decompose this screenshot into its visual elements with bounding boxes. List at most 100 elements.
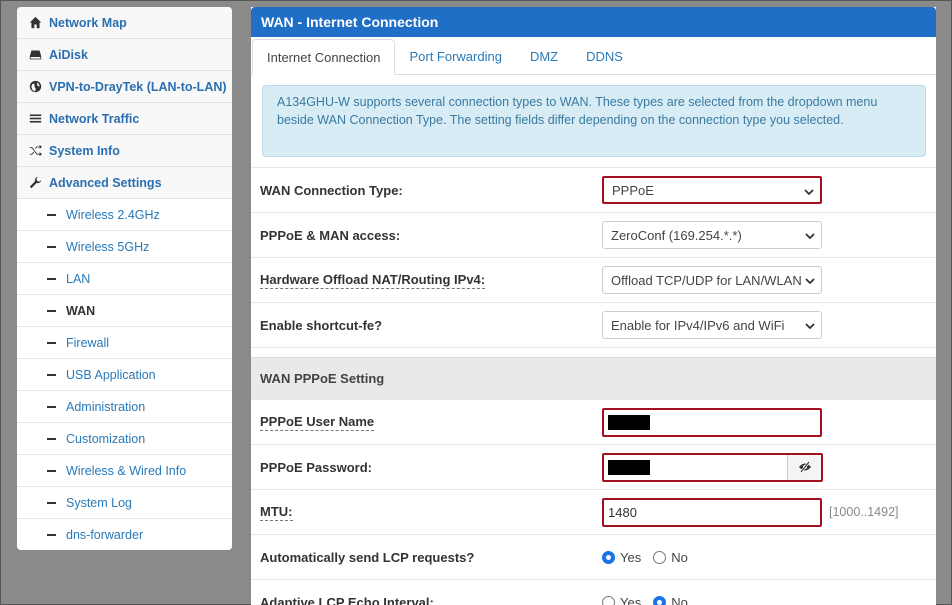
shortcut-value: Enable for IPv4/IPv6 and WiFi <box>611 317 785 333</box>
redacted-value <box>608 414 650 430</box>
shortcut-select[interactable]: Enable for IPv4/IPv6 and WiFi <box>602 311 822 339</box>
tab-bar: Internet Connection Port Forwarding DMZ … <box>251 37 936 75</box>
sidebar-subitem-administration[interactable]: Administration <box>17 391 232 423</box>
sidebar-subitem-wan[interactable]: WAN <box>17 295 232 327</box>
sidebar-subitem-customization[interactable]: Customization <box>17 423 232 455</box>
username-label: PPPoE User Name <box>260 413 375 431</box>
lcp-yes-label: Yes <box>620 549 642 565</box>
row-shortcut-fe: Enable shortcut-fe? Enable for IPv4/IPv6… <box>251 302 936 347</box>
sidebar-item-label: System Info <box>49 143 120 158</box>
lcp-yes-option[interactable]: Yes <box>602 550 641 565</box>
shortcut-label: Enable shortcut-fe? <box>260 317 383 333</box>
lcp-label: Automatically send LCP requests? <box>260 549 475 565</box>
man-access-value: ZeroConf (169.254.*.*) <box>611 227 742 243</box>
radio-checked-icon[interactable] <box>602 550 615 564</box>
sidebar-item-advanced-settings[interactable]: Advanced Settings <box>17 167 232 199</box>
hw-offload-value: Offload TCP/UDP for LAN/WLAN <box>611 272 802 288</box>
chevron-down-icon <box>805 229 815 240</box>
password-field[interactable] <box>604 455 787 480</box>
row-pppoe-username: PPPoE User Name <box>251 399 936 444</box>
lcp-no-label: No <box>671 549 688 565</box>
chevron-down-icon <box>805 319 815 330</box>
tab-internet-connection[interactable]: Internet Connection <box>252 39 396 75</box>
sidebar-subitem-wireless-24[interactable]: Wireless 2.4GHz <box>17 199 232 231</box>
sidebar-item-network-map[interactable]: Network Map <box>17 7 232 39</box>
list-icon <box>27 111 43 127</box>
sidebar-item-label: Network Traffic <box>49 111 140 126</box>
spacer <box>251 347 936 357</box>
dash-icon <box>47 373 56 376</box>
dash-icon <box>47 245 56 248</box>
sidebar-subitem-dns-forwarder[interactable]: dns-forwarder <box>17 519 232 550</box>
password-input[interactable] <box>602 452 823 482</box>
sidebar-subitem-system-log[interactable]: System Log <box>17 487 232 519</box>
echo-label: Adaptive LCP Echo Interval: <box>260 594 434 605</box>
radio-unchecked-icon[interactable] <box>653 550 667 564</box>
man-access-label: PPPoE & MAN access: <box>260 227 401 243</box>
wan-type-select[interactable]: PPPoE <box>602 176 822 204</box>
sidebar-item-label: Network Map <box>49 15 127 30</box>
sidebar-item-label: VPN-to-DrayTek (LAN-to-LAN) <box>49 79 227 94</box>
tab-port-forwarding[interactable]: Port Forwarding <box>395 38 515 74</box>
sidebar-item-vpn[interactable]: VPN-to-DrayTek (LAN-to-LAN) <box>17 71 232 103</box>
sidebar-item-system-info[interactable]: System Info <box>17 135 232 167</box>
hw-offload-label: Hardware Offload NAT/Routing IPv4: <box>260 271 486 289</box>
row-mtu: MTU: 1480 [1000..1492] <box>251 489 936 534</box>
sidebar-subitem-usb[interactable]: USB Application <box>17 359 232 391</box>
radio-checked-icon[interactable] <box>653 595 667 605</box>
lcp-radio-group: Yes No <box>602 550 700 565</box>
echo-yes-label: Yes <box>620 594 642 605</box>
sidebar-subitem-wireless-5[interactable]: Wireless 5GHz <box>17 231 232 263</box>
row-man-access: PPPoE & MAN access: ZeroConf (169.254.*.… <box>251 212 936 257</box>
echo-no-option[interactable]: No <box>653 595 688 605</box>
sidebar-subitem-label: Wireless 2.4GHz <box>66 207 160 222</box>
row-lcp-requests: Automatically send LCP requests? Yes No <box>251 534 936 579</box>
wan-type-label: WAN Connection Type: <box>260 182 403 198</box>
dash-icon <box>47 501 56 504</box>
sidebar-subitem-label: Customization <box>66 431 146 446</box>
mtu-value: 1480 <box>608 504 637 520</box>
echo-yes-option[interactable]: Yes <box>602 595 641 605</box>
row-lcp-echo: Adaptive LCP Echo Interval: Yes No <box>251 579 936 605</box>
sidebar-subitem-lan[interactable]: LAN <box>17 263 232 295</box>
sidebar-item-network-traffic[interactable]: Network Traffic <box>17 103 232 135</box>
mtu-label: MTU: <box>260 503 293 521</box>
sidebar: Network Map AiDisk VPN-to-DrayTek (LAN-t… <box>17 7 232 550</box>
hw-offload-select[interactable]: Offload TCP/UDP for LAN/WLAN <box>602 266 822 294</box>
sidebar-item-label: AiDisk <box>49 47 88 62</box>
man-access-select[interactable]: ZeroConf (169.254.*.*) <box>602 221 822 249</box>
dash-icon <box>47 341 56 344</box>
dash-icon <box>47 277 56 280</box>
tab-ddns[interactable]: DDNS <box>572 38 637 74</box>
page-title: WAN - Internet Connection <box>251 7 936 37</box>
dash-icon <box>47 437 56 440</box>
dash-icon <box>47 405 56 408</box>
dash-icon <box>47 534 56 536</box>
sidebar-subitem-label: Administration <box>66 399 146 414</box>
sidebar-subitem-label: LAN <box>66 271 91 286</box>
dash-icon <box>47 309 56 312</box>
sidebar-subitem-wireless-wired-info[interactable]: Wireless & Wired Info <box>17 455 232 487</box>
radio-unchecked-icon[interactable] <box>602 595 615 605</box>
echo-no-label: No <box>671 594 688 605</box>
shuffle-icon <box>27 143 43 159</box>
chevron-down-icon <box>804 185 814 196</box>
globe-icon <box>27 79 43 95</box>
sidebar-subitem-firewall[interactable]: Firewall <box>17 327 232 359</box>
drive-icon <box>27 47 43 63</box>
lcp-no-option[interactable]: No <box>653 550 688 565</box>
sidebar-subitem-label: dns-forwarder <box>66 528 144 542</box>
mtu-input[interactable]: 1480 <box>602 497 822 527</box>
row-hw-offload: Hardware Offload NAT/Routing IPv4: Offlo… <box>251 257 936 302</box>
tab-dmz[interactable]: DMZ <box>516 38 572 74</box>
sidebar-item-aidisk[interactable]: AiDisk <box>17 39 232 71</box>
sidebar-subitem-label: Wireless & Wired Info <box>66 463 187 478</box>
username-input[interactable] <box>602 407 822 437</box>
sidebar-subitem-label: USB Application <box>66 367 156 382</box>
row-wan-connection-type: WAN Connection Type: PPPoE <box>251 167 936 212</box>
mtu-range-hint: [1000..1492] <box>829 505 899 519</box>
eye-slash-icon[interactable] <box>787 454 821 480</box>
wan-type-value: PPPoE <box>612 182 654 198</box>
main-panel: WAN - Internet Connection Internet Conne… <box>251 7 936 605</box>
row-pppoe-password: PPPoE Password: <box>251 444 936 489</box>
